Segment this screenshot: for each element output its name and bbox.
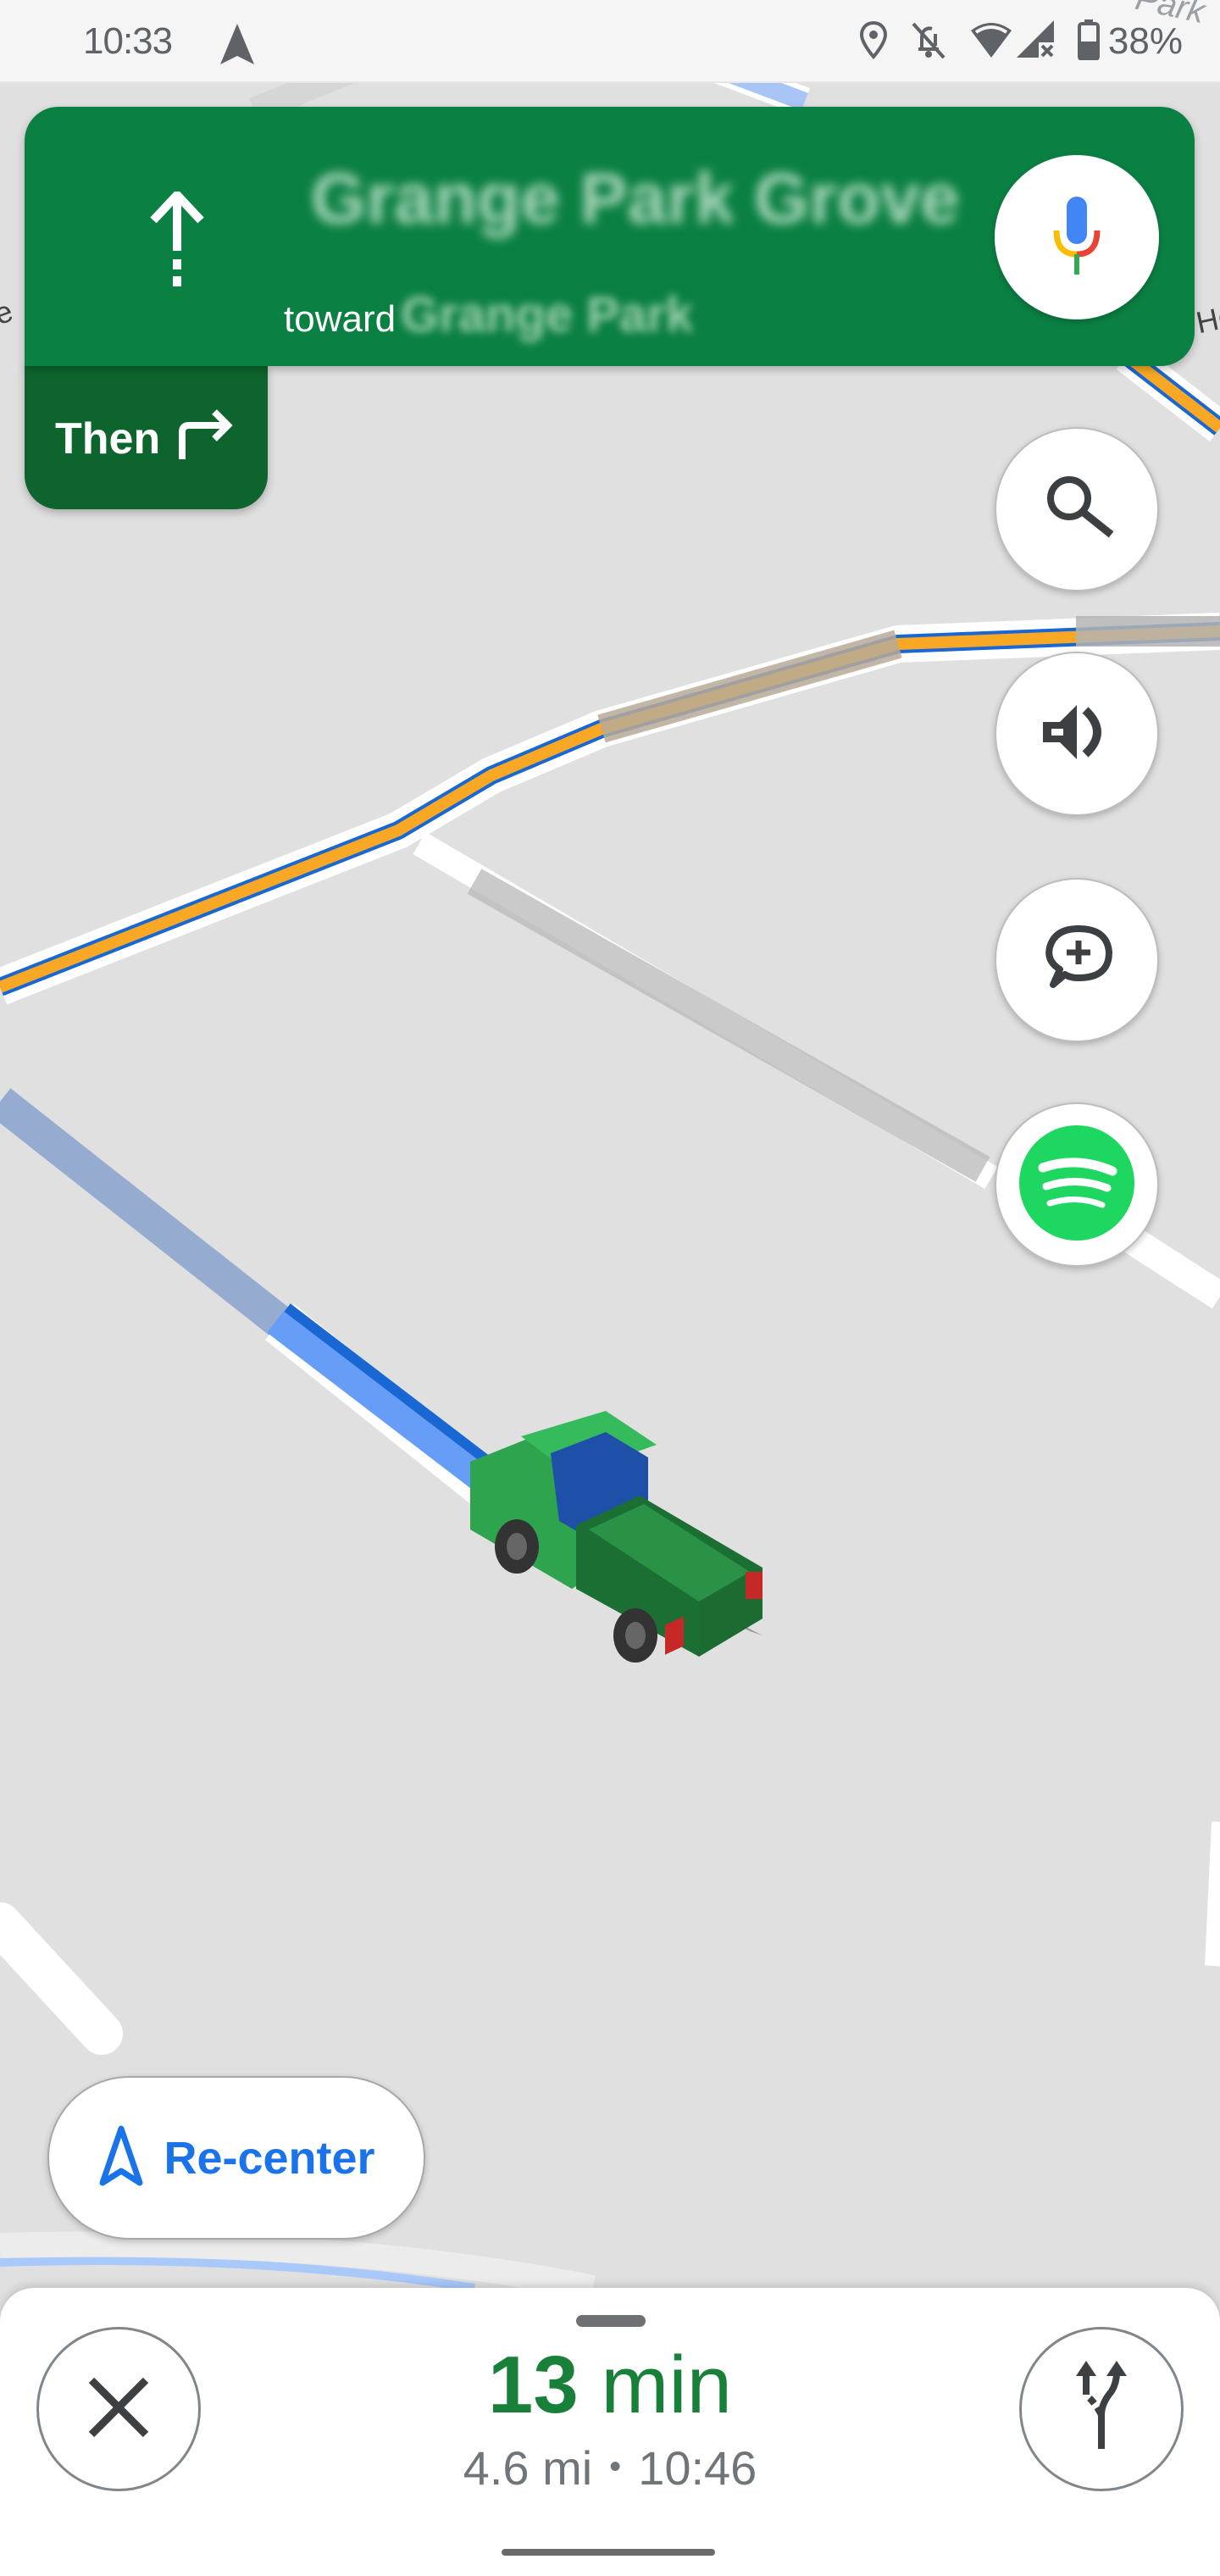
search-icon <box>1040 471 1114 548</box>
cellular-no-signal-icon <box>1016 19 1056 64</box>
drag-handle[interactable] <box>576 2315 646 2327</box>
road <box>1205 1821 1220 1967</box>
alternate-routes-icon <box>1059 2360 1144 2458</box>
wifi-icon <box>969 20 1013 64</box>
recenter-button[interactable]: Re-center <box>47 2076 425 2240</box>
location-icon <box>859 20 888 64</box>
eta-value: 13 <box>487 2340 579 2430</box>
gesture-navigation-bar[interactable] <box>502 2549 715 2556</box>
navigation-arrow-icon <box>219 24 256 69</box>
alternate-routes-button[interactable] <box>1019 2327 1184 2491</box>
battery-icon <box>1077 19 1100 64</box>
trip-summary-sheet[interactable]: 13 min 4.6 mi • 10:46 <box>0 2288 1220 2576</box>
battery-percent: 38% <box>1107 20 1183 62</box>
arrival-time: 10:46 <box>638 2441 757 2495</box>
spotify-icon <box>1018 1124 1136 1246</box>
sound-button[interactable] <box>995 652 1159 816</box>
then-label: Then <box>55 414 161 464</box>
next-maneuver-card[interactable]: Then <box>25 364 268 509</box>
street-name: Grange Park Grove <box>311 158 960 238</box>
straight-arrow-icon <box>141 188 213 299</box>
search-button[interactable] <box>995 427 1159 591</box>
add-report-icon <box>1036 922 1117 999</box>
recenter-label: Re-center <box>164 2132 375 2184</box>
add-report-button[interactable] <box>995 878 1159 1042</box>
trip-distance: 4.6 mi <box>463 2441 593 2495</box>
toward-destination: Grange Park <box>401 287 694 342</box>
voice-search-button[interactable] <box>995 155 1159 319</box>
toward-row: toward Grange Park <box>284 286 693 343</box>
status-icons: 38% <box>859 19 1183 64</box>
alarm-off-icon <box>910 20 947 64</box>
navigation-arrow-icon <box>97 2124 145 2192</box>
turn-right-icon <box>175 407 236 465</box>
volume-icon <box>1040 698 1114 770</box>
toward-label: toward <box>284 298 396 340</box>
mic-icon <box>1051 193 1102 282</box>
separator-dot: • <box>609 2448 622 2485</box>
status-bar: 10:33 Park 38% <box>0 0 1220 83</box>
status-time: 10:33 <box>83 20 173 62</box>
spotify-button[interactable] <box>995 1102 1159 1267</box>
eta-unit: min <box>601 2340 733 2430</box>
